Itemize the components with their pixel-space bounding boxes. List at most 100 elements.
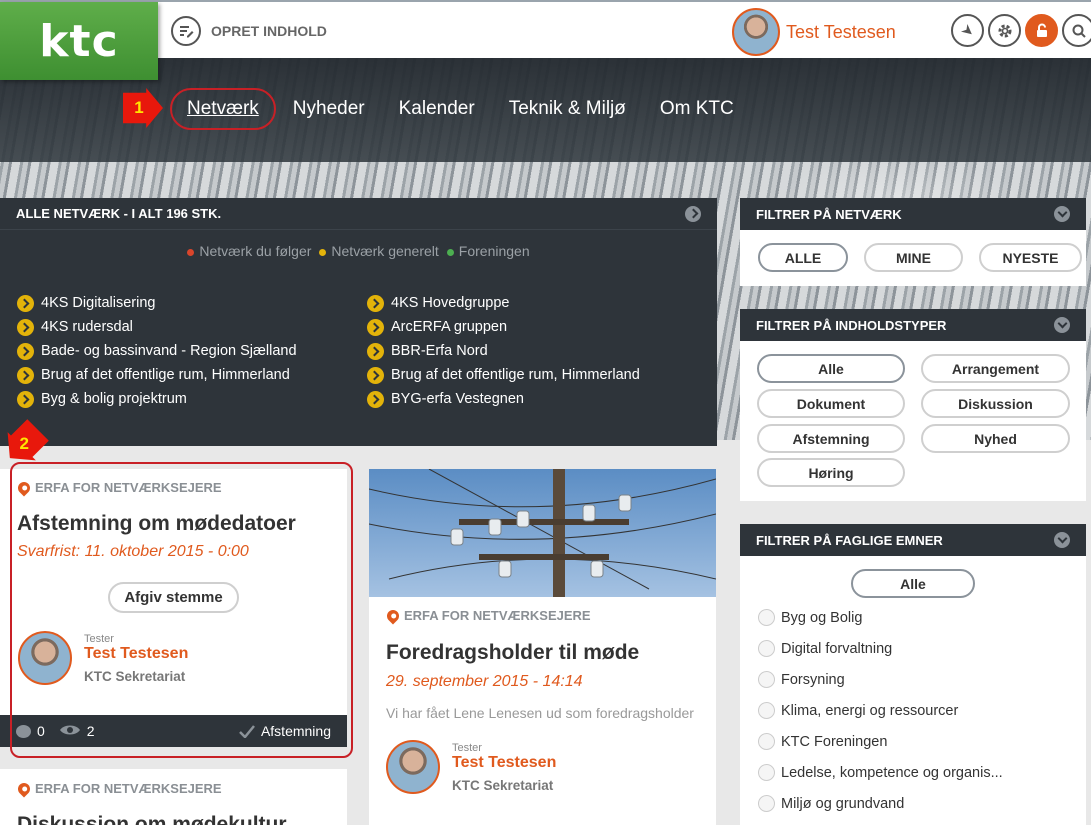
filter-types-panel: FILTRER PÅ INDHOLDSTYPER Alle Arrangemen… [740, 309, 1086, 501]
card-deadline: Svarfrist: 11. oktober 2015 - 0:00 [17, 543, 249, 560]
network-link[interactable]: BYG-erfa Vestegnen [367, 390, 717, 408]
type-filter-afstemning[interactable]: Afstemning [757, 424, 905, 453]
chevron-down-icon[interactable] [1054, 206, 1070, 222]
arrow-right-icon [17, 318, 34, 336]
arrow-down-icon[interactable] [951, 14, 984, 47]
poll-card[interactable]: ERFA FOR NETVÆRKSEJERE Afstemning om mød… [0, 469, 347, 747]
type-filter-diskussion[interactable]: Diskussion [921, 389, 1070, 418]
nav-item-om-ktc[interactable]: Om KTC [643, 88, 751, 130]
topic-filter-alle[interactable]: Alle [851, 569, 975, 598]
vote-button[interactable]: Afgiv stemme [108, 582, 239, 613]
search-icon[interactable] [1062, 14, 1091, 47]
author-name[interactable]: Test Testesen [84, 645, 188, 663]
view-count: 2 [86, 723, 95, 739]
legend-dot-icon [187, 248, 195, 256]
filter-network-all[interactable]: ALLE [758, 243, 848, 272]
nav-item-kalender[interactable]: Kalender [382, 88, 492, 130]
arrow-right-icon [17, 342, 34, 360]
ktc-logo[interactable]: ktc [0, 2, 158, 80]
news-card[interactable]: ERFA FOR NETVÆRKSEJERE Foredragsholder t… [369, 469, 716, 825]
card-title[interactable]: Afstemning om mødedatoer [17, 512, 296, 536]
author-org: KTC Sekretariat [84, 668, 186, 684]
networks-panel-header: ALLE NETVÆRK - I ALT 196 STK. [0, 198, 717, 230]
topic-list: Byg og Bolig Digital forvaltning Forsyni… [740, 602, 1086, 819]
filter-topics-header: FILTRER PÅ FAGLIGE EMNER [740, 524, 1086, 556]
filter-network-newest[interactable]: NYESTE [979, 243, 1082, 272]
gear-icon[interactable] [988, 14, 1021, 47]
author-org: KTC Sekretariat [452, 777, 554, 793]
network-link[interactable]: Brug af det offentlige rum, Himmerland [367, 366, 717, 384]
avatar [386, 740, 440, 794]
author-name[interactable]: Test Testesen [452, 754, 556, 772]
type-filter-nyhed[interactable]: Nyhed [921, 424, 1070, 453]
network-link[interactable]: Bade- og bassinvand - Region Sjælland [17, 342, 367, 360]
filter-topics-panel: FILTRER PÅ FAGLIGE EMNER Alle Byg og Bol… [740, 524, 1086, 825]
filter-network-mine[interactable]: MINE [864, 243, 963, 272]
networks-legend: Netværk du følger Netværk generelt Foren… [0, 243, 717, 259]
chevron-right-icon[interactable] [685, 205, 701, 222]
legend-dot-icon [446, 248, 454, 256]
author-role: Tester [452, 741, 482, 754]
user-name: Test Testesen [786, 21, 896, 42]
network-link[interactable]: 4KS Hovedgruppe [367, 294, 717, 312]
legend-item: Foreningen [446, 243, 530, 259]
card-title[interactable]: Diskussion om mødekultur [17, 813, 287, 825]
location-pin-icon [15, 479, 33, 496]
content-type-label: Afstemning [239, 723, 331, 739]
arrow-right-icon [367, 390, 384, 408]
network-link[interactable]: ArcERFA gruppen [367, 318, 717, 336]
filter-network-header: FILTRER PÅ NETVÆRK [740, 198, 1086, 230]
user-menu[interactable]: Test Testesen [732, 8, 896, 56]
network-link[interactable]: Byg & bolig projektrum [17, 390, 367, 408]
card-title[interactable]: Foredragsholder til møde [386, 641, 639, 665]
filter-types-title: FILTRER PÅ INDHOLDSTYPER [756, 317, 947, 333]
radio-icon [758, 702, 775, 719]
radio-icon [758, 764, 775, 781]
network-link[interactable]: 4KS rudersdal [17, 318, 367, 336]
filter-topics-title: FILTRER PÅ FAGLIGE EMNER [756, 532, 943, 548]
card-category: ERFA FOR NETVÆRKSEJERE [15, 780, 222, 797]
main-nav: Netværk Nyheder Kalender Teknik & Miljø … [170, 88, 751, 130]
topic-option[interactable]: Ledelse, kompetence og organis... [740, 757, 1086, 788]
network-link[interactable]: 4KS Digitalisering [17, 294, 367, 312]
card-date: 29. september 2015 - 14:14 [386, 673, 583, 690]
chevron-down-icon[interactable] [1054, 532, 1070, 548]
network-link[interactable]: Brug af det offentlige rum, Himmerland [17, 366, 367, 384]
top-icon-bar [951, 14, 1091, 47]
networks-list: 4KS Digitalisering 4KS Hovedgruppe 4KS r… [17, 294, 717, 408]
radio-icon [758, 609, 775, 626]
filter-network-title: FILTRER PÅ NETVÆRK [756, 206, 902, 222]
topic-option[interactable]: Klima, energi og ressourcer [740, 695, 1086, 726]
comment-count: 0 [37, 723, 45, 739]
radio-icon [758, 795, 775, 812]
create-content-button[interactable]: OPRET INDHOLD [171, 16, 327, 46]
type-filter-alle[interactable]: Alle [757, 354, 905, 383]
card-category: ERFA FOR NETVÆRKSEJERE [384, 607, 591, 624]
legend-dot-icon [319, 248, 327, 256]
chevron-down-icon[interactable] [1054, 317, 1070, 333]
topic-option[interactable]: Byg og Bolig [740, 602, 1086, 633]
topic-option[interactable]: Digital forvaltning [740, 633, 1086, 664]
nav-item-netvaerk[interactable]: Netværk [170, 88, 276, 130]
create-content-label: OPRET INDHOLD [211, 23, 327, 39]
legend-item: Netværk generelt [319, 243, 439, 259]
nav-item-teknik-miljo[interactable]: Teknik & Miljø [492, 88, 643, 130]
avatar [732, 8, 780, 56]
top-bar: OPRET INDHOLD Test Testesen [0, 0, 1091, 58]
discussion-card[interactable]: ERFA FOR NETVÆRKSEJERE Diskussion om mød… [0, 769, 347, 825]
author-role: Tester [84, 632, 114, 645]
topic-option[interactable]: KTC Foreningen [740, 726, 1086, 757]
network-link[interactable]: BBR-Erfa Nord [367, 342, 717, 360]
nav-item-nyheder[interactable]: Nyheder [276, 88, 382, 130]
type-filter-horing[interactable]: Høring [757, 458, 905, 487]
type-filter-arrangement[interactable]: Arrangement [921, 354, 1070, 383]
card-author: Tester Test Testesen KTC Sekretariat [386, 740, 556, 794]
topic-option[interactable]: Miljø og grundvand [740, 788, 1086, 819]
topic-option[interactable]: Forsyning [740, 664, 1086, 695]
radio-icon [758, 733, 775, 750]
arrow-right-icon [17, 294, 34, 312]
type-filter-dokument[interactable]: Dokument [757, 389, 905, 418]
radio-icon [758, 640, 775, 657]
unlock-icon[interactable] [1025, 14, 1058, 47]
eye-icon [59, 723, 81, 739]
